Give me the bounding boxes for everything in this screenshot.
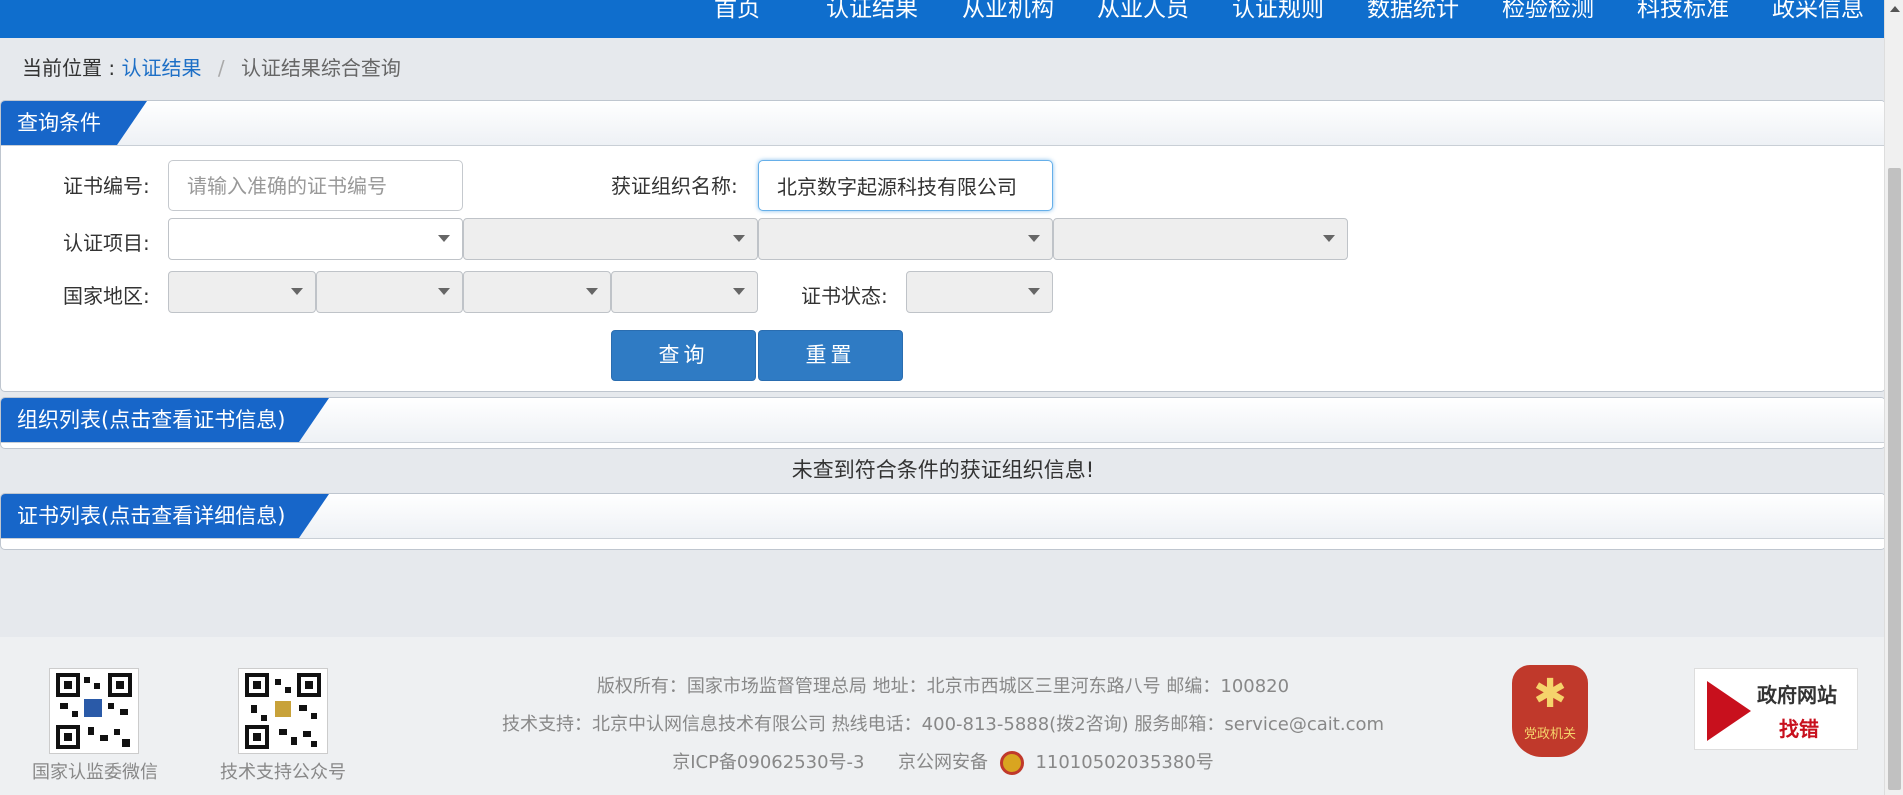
project-select-1[interactable] xyxy=(168,218,463,260)
nav-item-inspection[interactable]: 检验检测 xyxy=(1502,0,1594,24)
chevron-down-icon xyxy=(586,288,598,295)
top-nav: 首页 认证结果 从业机构 从业人员 认证规则 数据统计 检验检测 科技标准 政采… xyxy=(0,0,1884,38)
nav-item-home[interactable]: 首页 xyxy=(714,0,760,24)
empty-result-message: 未查到符合条件的获证组织信息! xyxy=(791,458,1095,482)
party-emblem-icon: ✱ xyxy=(1533,671,1567,717)
query-panel-title: 查询条件 xyxy=(1,101,147,145)
cert-no-label: 证书编号: xyxy=(63,174,150,198)
breadcrumb: 当前位置 : 认证结果 / 认证结果综合查询 xyxy=(22,52,401,81)
footer-tech-support: 技术支持：北京中认网信息技术有限公司 热线电话：400-813-5888(拨2咨… xyxy=(501,714,1385,735)
org-list-panel: 组织列表(点击查看证书信息) xyxy=(0,397,1886,449)
region-label: 国家地区: xyxy=(63,284,150,308)
party-gov-badge-label: 党政机关 xyxy=(1523,727,1576,742)
police-badge-icon xyxy=(999,751,1024,775)
search-button[interactable]: 查询 xyxy=(611,330,756,381)
nav-item-statistics[interactable]: 数据统计 xyxy=(1367,0,1459,24)
chevron-down-icon xyxy=(733,235,745,242)
reset-button[interactable]: 重置 xyxy=(758,330,903,381)
nav-item-institutions[interactable]: 从业机构 xyxy=(962,0,1054,24)
gov-site-error-report-line2: 找错 xyxy=(1779,717,1819,741)
nav-item-personnel[interactable]: 从业人员 xyxy=(1097,0,1189,24)
region-select-3[interactable] xyxy=(463,271,611,313)
party-gov-badge[interactable]: ✱ 党政机关 xyxy=(1512,665,1588,757)
page: 首页 认证结果 从业机构 从业人员 认证规则 数据统计 检验检测 科技标准 政采… xyxy=(0,0,1886,795)
project-select-4[interactable] xyxy=(1053,218,1348,260)
project-select-2[interactable] xyxy=(463,218,758,260)
chevron-down-icon xyxy=(291,288,303,295)
gov-site-error-report[interactable]: 政府网站 找错 xyxy=(1694,668,1858,750)
breadcrumb-prefix: 当前位置 : xyxy=(22,56,116,80)
chevron-down-icon xyxy=(1028,288,1040,295)
footer-police-no[interactable]: 11010502035380号 xyxy=(1035,752,1213,773)
region-select-4[interactable] xyxy=(611,271,758,313)
org-list-panel-header: 组织列表(点击查看证书信息) xyxy=(1,398,1885,443)
footer-record-line: 京ICP备09062530号-3 京公网安备 11010502035380号 xyxy=(0,748,1886,775)
chevron-down-icon xyxy=(1323,235,1335,242)
org-list-panel-title: 组织列表(点击查看证书信息) xyxy=(1,398,329,442)
query-panel-header: 查询条件 xyxy=(1,101,1885,146)
project-label: 认证项目: xyxy=(63,231,150,255)
page-scrollbar[interactable] xyxy=(1884,0,1903,795)
status-label: 证书状态: xyxy=(801,284,888,308)
footer-icp-link[interactable]: 京ICP备09062530号-3 xyxy=(672,752,864,773)
scroll-up-arrow-icon[interactable] xyxy=(1890,6,1900,12)
cert-list-panel-header: 证书列表(点击查看详细信息) xyxy=(1,494,1885,539)
chevron-down-icon xyxy=(438,235,450,242)
status-select[interactable] xyxy=(906,271,1053,313)
org-name-label: 获证组织名称: xyxy=(611,174,738,198)
project-select-3[interactable] xyxy=(758,218,1053,260)
nav-item-cert-results[interactable]: 认证结果 xyxy=(826,0,918,24)
cert-no-input[interactable] xyxy=(168,160,463,211)
cert-list-panel: 证书列表(点击查看详细信息) xyxy=(0,493,1886,550)
breadcrumb-separator: / xyxy=(217,56,225,80)
footer-police-label: 京公网安备 xyxy=(897,752,988,773)
region-select-1[interactable] xyxy=(168,271,316,313)
nav-item-rules[interactable]: 认证规则 xyxy=(1232,0,1324,24)
chevron-down-icon xyxy=(438,288,450,295)
footer-copyright: 版权所有：国家市场监督管理总局 地址：北京市西城区三里河东路八号 邮编：1008… xyxy=(596,676,1290,697)
chevron-down-icon xyxy=(1028,235,1040,242)
region-select-2[interactable] xyxy=(316,271,463,313)
scrollbar-thumb[interactable] xyxy=(1888,168,1901,790)
chevron-down-icon xyxy=(733,288,745,295)
nav-item-procurement[interactable]: 政采信息 xyxy=(1772,0,1864,24)
cert-list-panel-title: 证书列表(点击查看详细信息) xyxy=(1,494,329,538)
gov-site-error-report-line1: 政府网站 xyxy=(1757,683,1837,707)
breadcrumb-current: 认证结果综合查询 xyxy=(240,56,401,80)
org-name-input[interactable] xyxy=(758,160,1053,211)
nav-item-standards[interactable]: 科技标准 xyxy=(1637,0,1729,24)
breadcrumb-link-cert-results[interactable]: 认证结果 xyxy=(121,56,201,80)
report-error-icon xyxy=(1707,681,1751,741)
